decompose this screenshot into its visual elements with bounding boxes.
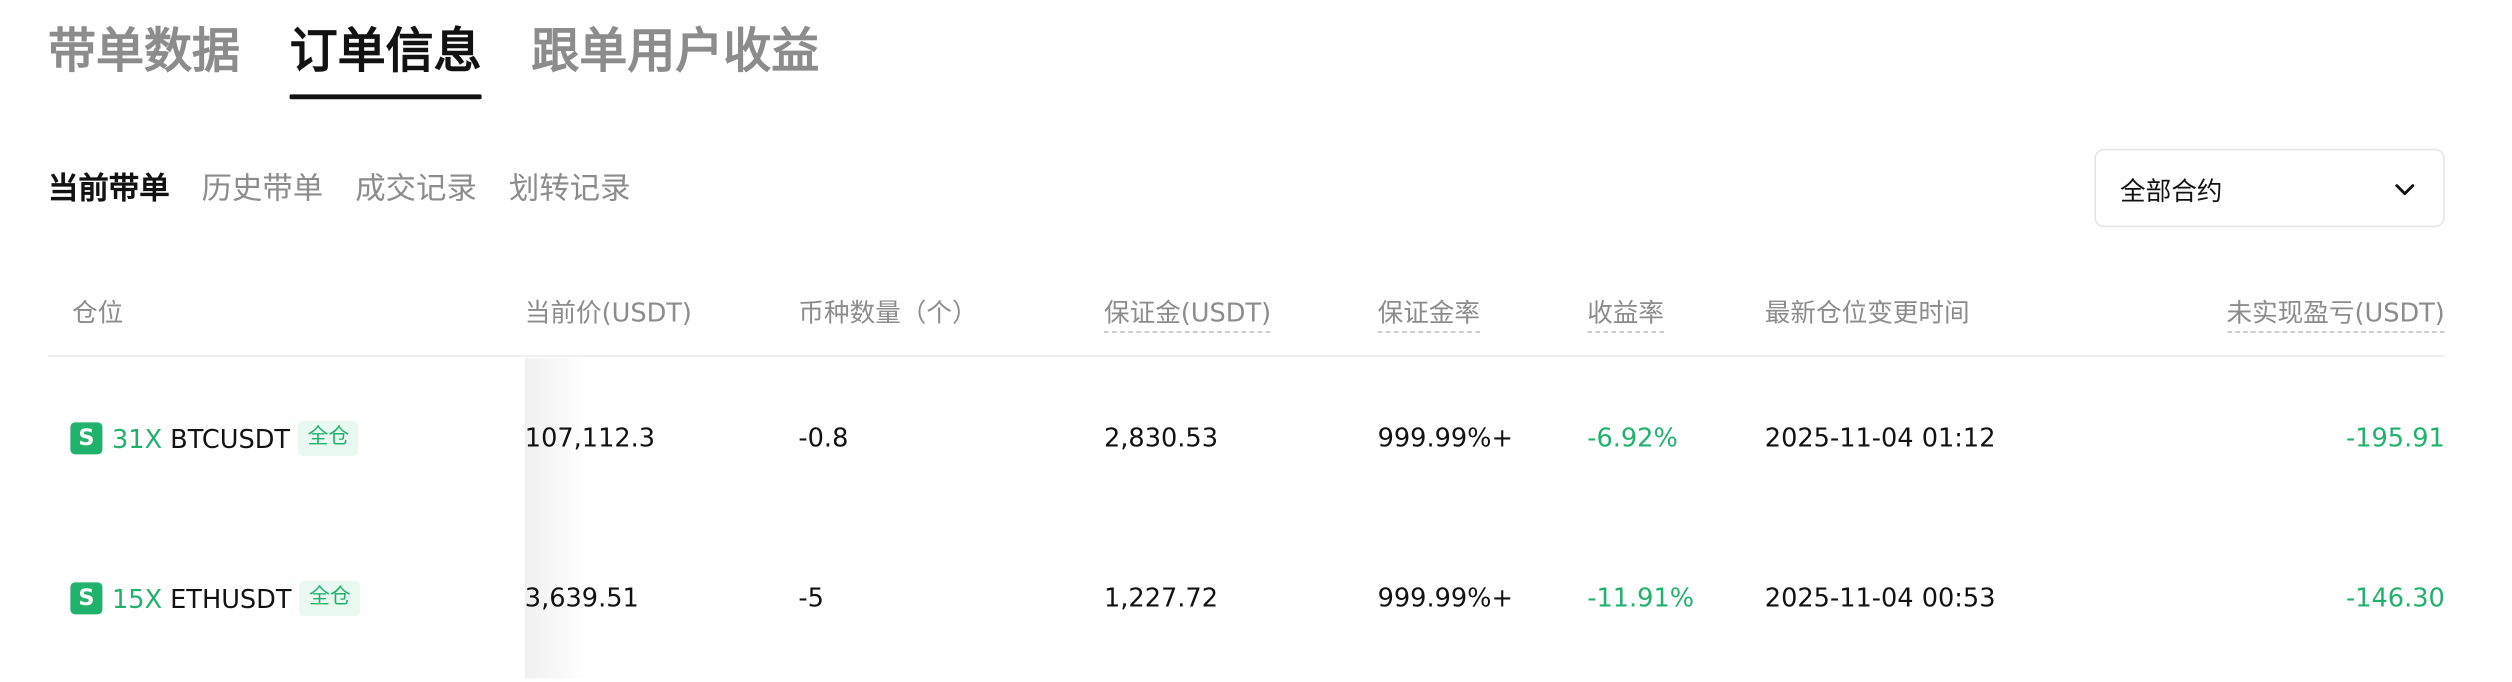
last-change-time: 2025-11-04 01:12 xyxy=(1764,422,1996,453)
margin-rate: 999.99%+ xyxy=(1377,422,1513,453)
subtab-transfer-records[interactable]: 划转记录 xyxy=(509,166,631,211)
header-position: 仓位 xyxy=(72,297,124,328)
margin: 2,830.53 xyxy=(1104,422,1218,453)
chevron-down-icon xyxy=(2390,174,2419,203)
position-cell[interactable]: S 31X BTCUSDT 全仓 xyxy=(70,419,359,457)
unrealized-pnl: -195.91 xyxy=(2345,422,2445,453)
header-unrealized-pnl[interactable]: 未实现盈亏(USDT) xyxy=(2226,296,2445,333)
table-row: S 15X ETHUSDT 全仓 3,639.51 -5 1,227.72 99… xyxy=(48,518,2445,678)
leverage: 31X xyxy=(112,423,163,454)
header-return-rate[interactable]: 收益率 xyxy=(1587,296,1665,333)
return-rate: -11.91% xyxy=(1587,582,1695,613)
quantity: -5 xyxy=(798,582,824,613)
unrealized-pnl: -146.30 xyxy=(2345,582,2445,613)
margin-mode-badge: 全仓 xyxy=(299,580,361,616)
main-tabs: 带单数据 订单信息 跟单用户收益 xyxy=(48,0,869,100)
current-price: 107,112.3 xyxy=(524,422,656,453)
order-info-panel: 带单数据 订单信息 跟单用户收益 当前带单 历史带单 成交记录 划转记录 全部合… xyxy=(0,0,2512,682)
header-quantity: 币种数量（个） xyxy=(798,297,978,328)
margin: 1,227.72 xyxy=(1104,582,1218,613)
return-rate: -6.92% xyxy=(1587,422,1678,453)
tab-lead-data[interactable]: 带单数据 xyxy=(48,0,240,99)
header-current-price: 当前价(USDT) xyxy=(524,297,692,328)
contract-filter-value: 全部合约 xyxy=(2120,175,2223,206)
symbol: ETHUSDT xyxy=(170,583,292,614)
subtab-current-orders[interactable]: 当前带单 xyxy=(48,166,170,211)
last-change-time: 2025-11-04 00:53 xyxy=(1764,582,1996,613)
tab-follower-profit[interactable]: 跟单用户收益 xyxy=(531,0,819,99)
position-cell[interactable]: S 15X ETHUSDT 全仓 xyxy=(70,579,361,617)
header-margin-rate[interactable]: 保证金率 xyxy=(1377,296,1481,333)
margin-mode-badge: 全仓 xyxy=(298,420,359,456)
side-badge: S xyxy=(70,422,103,455)
contract-filter-dropdown[interactable]: 全部合约 xyxy=(2094,148,2445,228)
subtab-trade-records[interactable]: 成交记录 xyxy=(355,166,477,211)
margin-rate: 999.99%+ xyxy=(1377,582,1513,613)
table-row: S 31X BTCUSDT 全仓 107,112.3 -0.8 2,830.53… xyxy=(48,358,2445,518)
sub-tabs: 当前带单 历史带单 成交记录 划转记录 xyxy=(48,166,663,211)
header-last-change-time: 最新仓位变更时间 xyxy=(1764,297,1970,328)
quantity: -0.8 xyxy=(798,422,849,453)
subtab-history-orders[interactable]: 历史带单 xyxy=(202,166,324,211)
leverage: 15X xyxy=(112,583,163,614)
current-price: 3,639.51 xyxy=(524,582,639,613)
symbol: BTCUSDT xyxy=(170,423,291,454)
tab-order-info[interactable]: 订单信息 xyxy=(289,0,482,100)
header-margin[interactable]: 保证金(USDT) xyxy=(1104,296,1272,333)
table-header: 仓位 当前价(USDT) 币种数量（个） 保证金(USDT) 保证金率 收益率 … xyxy=(48,280,2445,357)
side-badge: S xyxy=(70,582,103,615)
